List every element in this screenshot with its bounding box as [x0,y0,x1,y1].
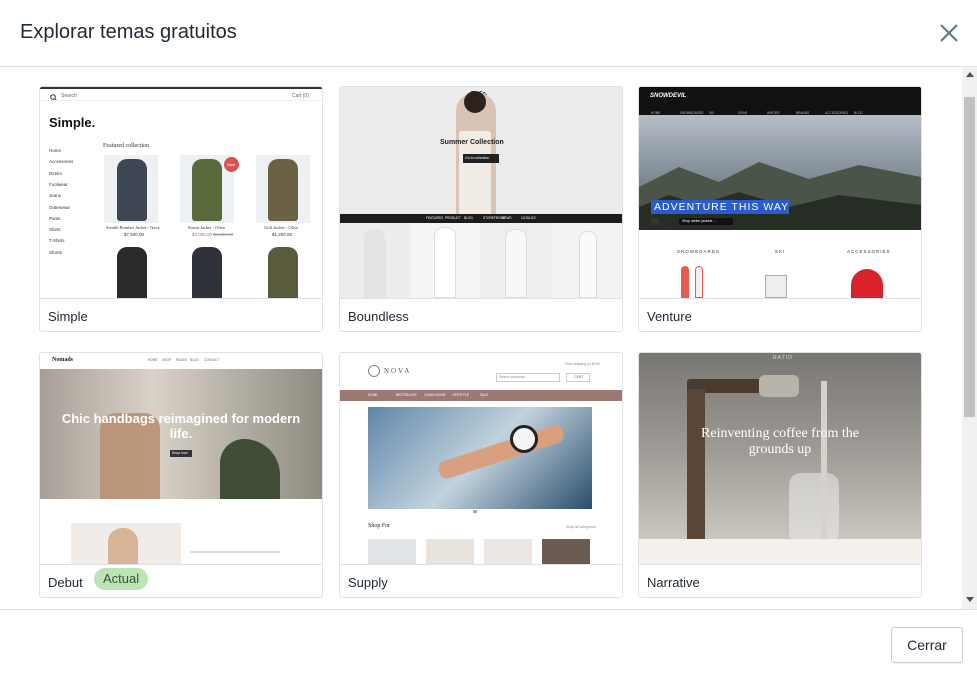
theme-card-simple[interactable]: Search Cart (0) Simple. Featured collect… [39,86,323,332]
close-button[interactable]: Cerrar [891,627,963,663]
theme-card-venture[interactable]: SNOWDEVIL ADVENTURE THIS WAY Shop winter… [638,86,922,332]
theme-name: Narrative [647,575,700,590]
preview-nav-item: BLOG [190,358,199,362]
preview-nav-item: BLOG [854,111,863,115]
modal-footer: Cerrar [0,609,977,675]
theme-card-boundless[interactable]: Re-Co. Summer Collection Go to collectio… [339,86,623,332]
theme-name: Simple [48,309,88,324]
preview-nav-item: SKI [709,111,715,115]
preview-nav-item: Jeans [49,193,62,199]
theme-name: Venture [647,309,692,324]
preview-nav-item: Denim [49,170,63,176]
scrollbar[interactable] [962,67,977,609]
preview-nav-item: Pants [49,215,61,221]
scroll-down-icon[interactable] [966,597,974,602]
theme-preview-debut: Nomads Chic handbags reimagined for mode… [40,353,322,564]
scroll-up-icon[interactable] [966,72,974,77]
modal-title: Explorar temas gratuitos [20,21,237,43]
preview-nav-item: SHOP [162,358,172,362]
preview-logo: Simple. [49,115,96,130]
theme-preview-venture: SNOWDEVIL ADVENTURE THIS WAY Shop winter… [639,87,921,298]
preview-nav-item: LIVING ROOM [424,393,446,397]
preview-nav-item: PRODUCT [445,216,461,220]
theme-name: Debut [48,575,83,590]
theme-name: Supply [348,575,388,590]
preview-nav-item: Accessories [49,159,74,165]
close-icon[interactable] [937,21,961,45]
preview-nav-item: Home [49,148,62,153]
preview-nav-item: FEATURED [426,216,443,220]
theme-card-narrative[interactable]: RATIO Reinventing coffee from the ground… [638,352,922,598]
theme-modal: Explorar temas gratuitos Search Cart (0)… [0,0,977,675]
preview-nav-item: LIFESTYLE [452,393,469,397]
preview-nav-item: ACCESSORIES [825,111,849,115]
theme-preview-narrative: RATIO Reinventing coffee from the ground… [639,353,921,564]
theme-preview-boundless: Re-Co. Summer Collection Go to collectio… [340,87,622,298]
preview-nav-item: Shorts [49,249,63,255]
current-theme-badge: Actual [94,568,149,590]
theme-grid: Search Cart (0) Simple. Featured collect… [0,67,977,609]
preview-nav-item: WINTER [767,111,780,115]
preview-nav-item: CONTACT [204,358,220,362]
scroll-thumb[interactable] [964,97,975,417]
preview-nav-item: BLOG [464,216,473,220]
theme-preview-simple: Search Cart (0) Simple. Featured collect… [40,87,322,298]
preview-nav-item: HOME [651,111,661,115]
preview-nav-item: HOME [368,393,378,397]
theme-name: Boundless [348,309,409,324]
theme-preview-supply: NOVA Free shipping on $100 Search produc… [340,353,622,564]
preview-nav-item: Footwear [49,181,68,187]
preview-nav-item: T-Shirts [49,238,65,244]
preview-nav-item: SNOWBOARDS [680,111,704,115]
preview-nav-item: Outerwear [49,204,71,210]
preview-nav-item: BRANDS [796,111,810,115]
theme-card-debut[interactable]: Nomads Chic handbags reimagined for mode… [39,352,323,598]
preview-nav-item: GEAR [738,111,748,115]
theme-card-supply[interactable]: NOVA Free shipping on $100 Search produc… [339,352,623,598]
preview-nav-item: Shirts [49,227,61,233]
preview-nav-item: PAGES [176,358,187,362]
preview-nav-item: HOME [148,358,158,362]
preview-nav-item: SALE [480,393,489,397]
preview-nav-item: BESTSELLER [396,393,417,397]
preview-nav-item: CATALOG [521,216,536,220]
preview-nav-item: NEWS [502,216,512,220]
modal-header: Explorar temas gratuitos [0,0,977,67]
